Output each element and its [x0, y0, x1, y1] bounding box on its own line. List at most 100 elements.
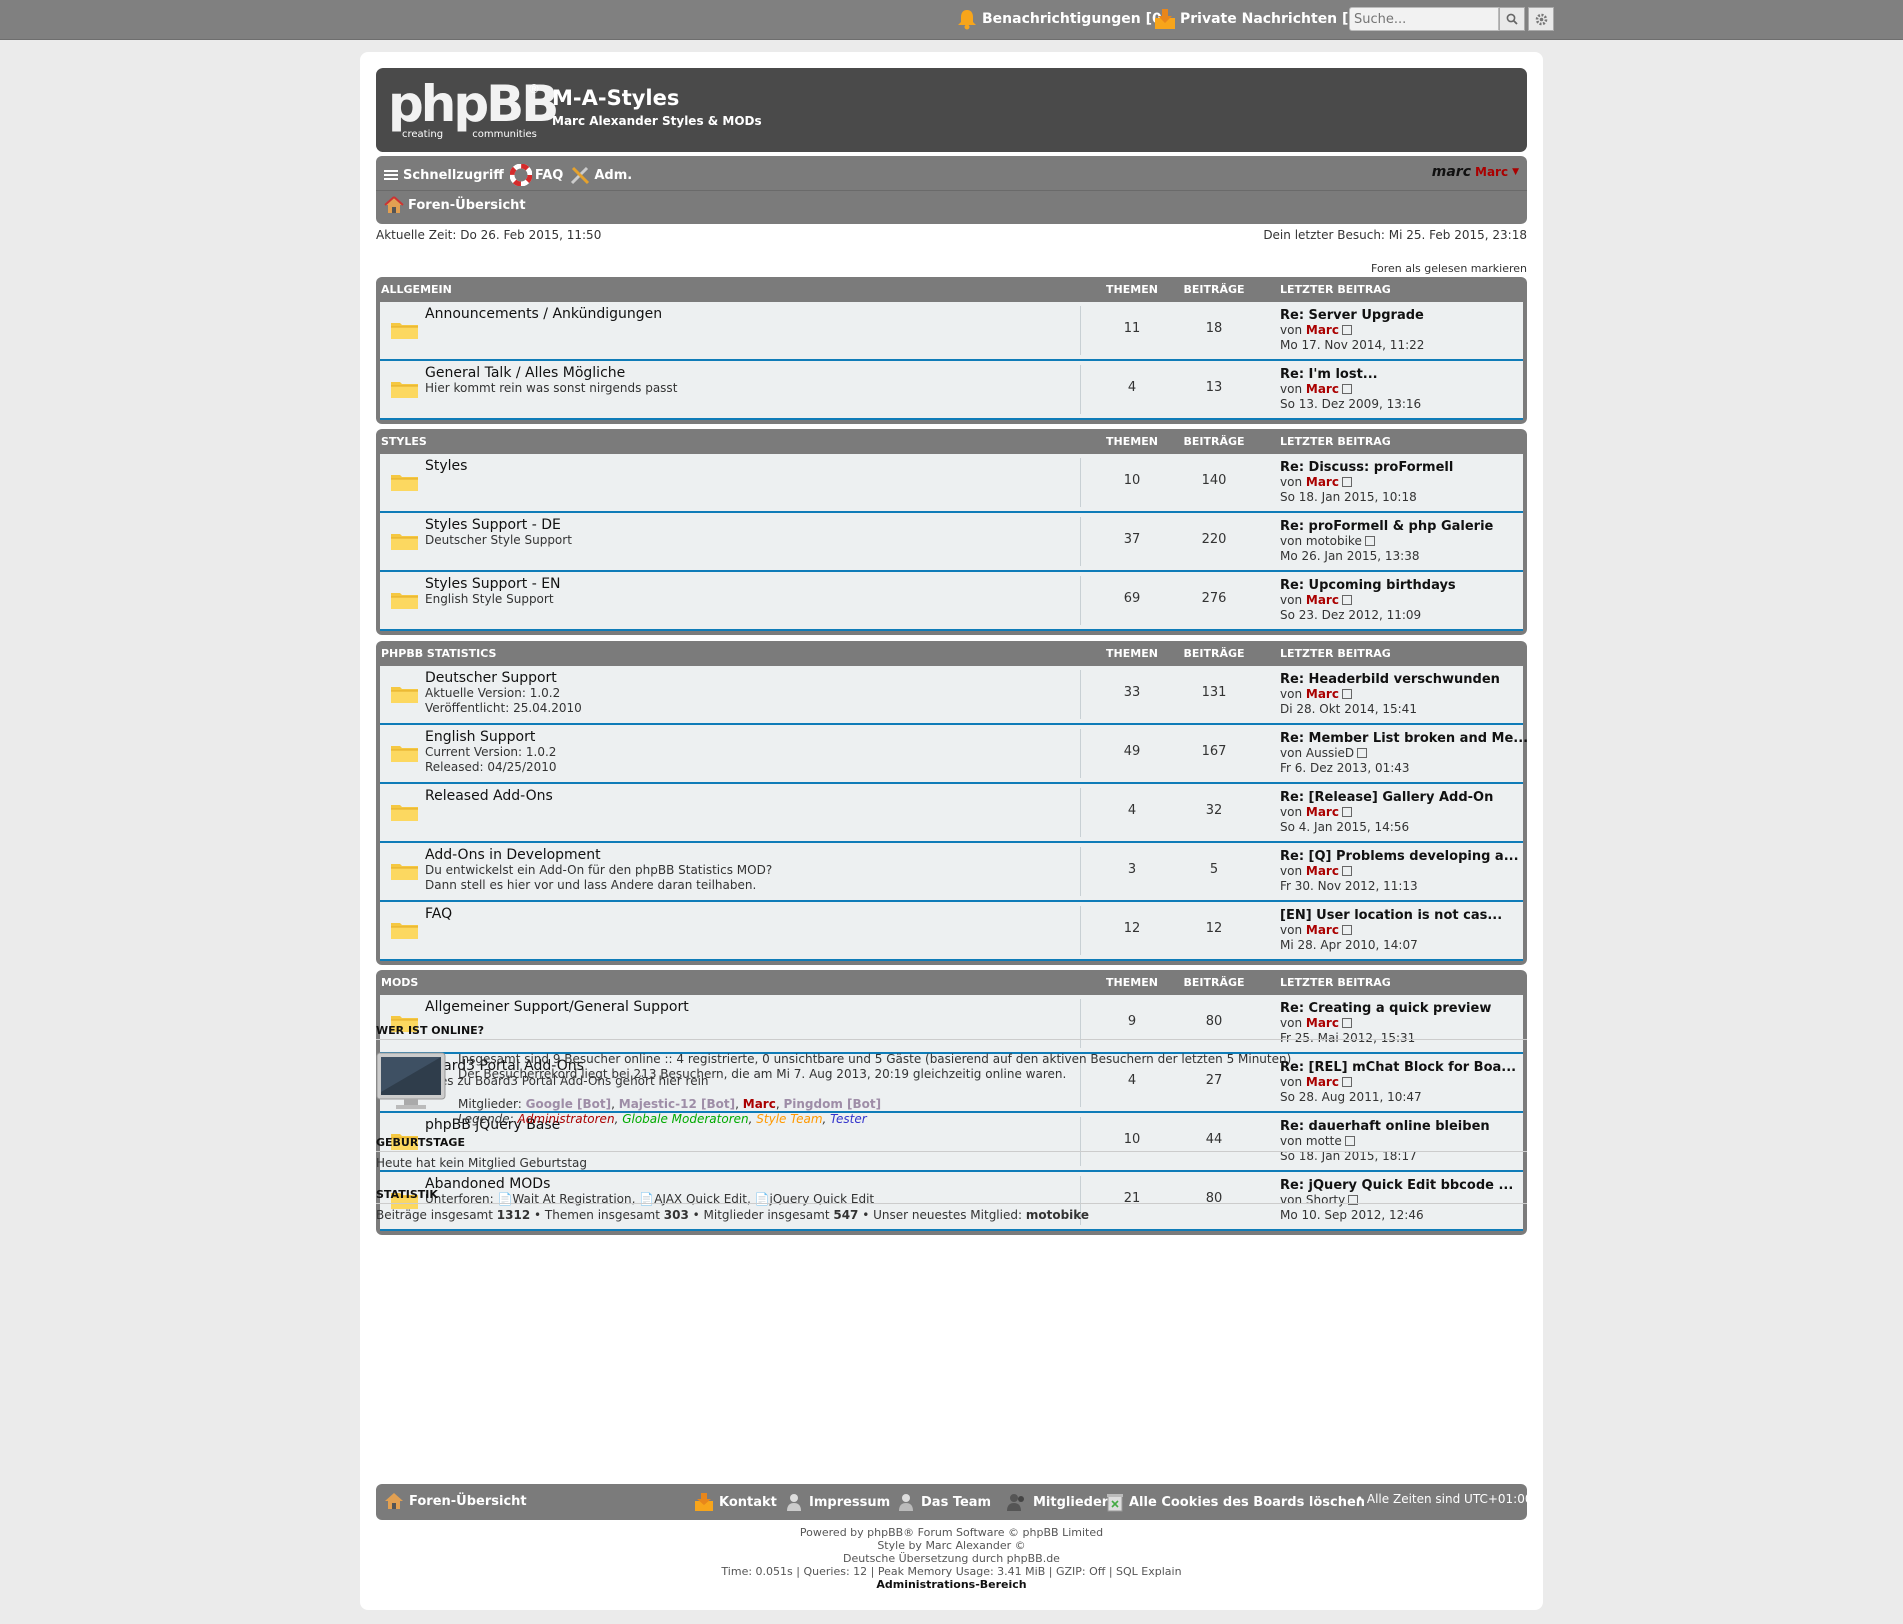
view-latest-post-icon[interactable]	[1341, 384, 1352, 394]
legend-group-link[interactable]: Administratoren	[518, 1112, 615, 1126]
faq-link[interactable]: FAQ	[509, 164, 563, 186]
private-messages-link[interactable]: Private Nachrichten [0]	[1154, 8, 1365, 30]
user-menu[interactable]: marc Marc ▼	[1432, 164, 1519, 180]
site-title[interactable]: M-A-Styles	[552, 86, 679, 110]
view-latest-post-icon[interactable]	[1341, 1077, 1352, 1087]
last-post-author-link[interactable]: Marc	[1306, 1075, 1339, 1089]
acp-link[interactable]: Adm.	[569, 164, 632, 186]
last-post-author-link[interactable]: Marc	[1306, 475, 1339, 489]
folder-icon	[391, 864, 418, 880]
search-button[interactable]	[1499, 7, 1525, 31]
notifications-label: Benachrichtigungen [0]	[982, 11, 1169, 27]
last-post-title-link[interactable]: Re: Member List broken and Me...	[1280, 731, 1528, 746]
last-post-title-link[interactable]: Re: [Q] Problems developing a...	[1280, 849, 1519, 864]
quick-access-menu[interactable]: Schnellzugriff	[384, 168, 504, 183]
last-post-by: von	[1280, 805, 1303, 819]
view-latest-post-icon[interactable]	[1364, 536, 1375, 546]
birthdays-text: Heute hat kein Mitglied Geburtstag	[376, 1156, 588, 1170]
column-posts: BEITRÄGE	[1183, 435, 1245, 448]
view-latest-post-icon[interactable]	[1341, 689, 1352, 699]
last-post-title-link[interactable]: Re: Upcoming birthdays	[1280, 578, 1456, 593]
forum-title-link[interactable]: Add-Ons in Development	[425, 847, 601, 863]
acp-link-footer[interactable]: Administrations-Bereich	[360, 1578, 1543, 1591]
forum-posts-count: 131	[1201, 685, 1227, 700]
last-post-title-link[interactable]: Re: Headerbild verschwunden	[1280, 672, 1500, 687]
view-latest-post-icon[interactable]	[1357, 748, 1368, 758]
forum-title-link[interactable]: Styles Support - EN	[425, 576, 561, 592]
online-member-link[interactable]: Majestic-12 [Bot]	[619, 1097, 735, 1111]
legend-group-link[interactable]: Tester	[830, 1112, 867, 1126]
last-post-title-link[interactable]: [EN] User location is not cas...	[1280, 908, 1502, 923]
last-post-author-link[interactable]: Marc	[1306, 805, 1339, 819]
forum-title-link[interactable]: Released Add-Ons	[425, 788, 553, 804]
last-post-title-link[interactable]: Re: Server Upgrade	[1280, 308, 1424, 323]
who-is-online-title[interactable]: WER IST ONLINE?	[376, 1024, 1527, 1040]
column-divider	[1080, 847, 1081, 896]
view-latest-post-icon[interactable]	[1341, 807, 1352, 817]
footer-members-link[interactable]: Mitglieder	[1006, 1492, 1108, 1512]
last-post-title-link[interactable]: Re: Discuss: proFormell	[1280, 460, 1453, 475]
category-name[interactable]: PHPBB STATISTICS	[381, 647, 496, 660]
contact-icon	[695, 1493, 713, 1511]
last-post-author-link[interactable]: Marc	[1306, 687, 1339, 701]
forum-row: Released Add-Ons 4 32 Re: [Release] Gallery…	[380, 784, 1523, 843]
last-post-title-link[interactable]: Re: [REL] mChat Block for Boa...	[1280, 1060, 1516, 1075]
last-post-title-link[interactable]: Re: dauerhaft online bleiben	[1280, 1119, 1490, 1134]
forum-title-link[interactable]: FAQ	[425, 906, 452, 922]
last-post-author-link[interactable]: AussieD	[1306, 746, 1354, 760]
mark-forums-read-link[interactable]: Foren als gelesen markieren	[1371, 262, 1527, 275]
advanced-search-button[interactable]	[1528, 7, 1554, 31]
last-post-author-link[interactable]: Marc	[1306, 864, 1339, 878]
last-post-title-link[interactable]: Re: proFormell & php Galerie	[1280, 519, 1493, 534]
column-divider	[1080, 906, 1081, 955]
stat-newest-member[interactable]: motobike	[1026, 1208, 1089, 1222]
view-latest-post-icon[interactable]	[1341, 477, 1352, 487]
category-name[interactable]: MODS	[381, 976, 418, 989]
last-post-title-link[interactable]: Re: I'm lost...	[1280, 367, 1421, 382]
breadcrumb-home[interactable]: Foren-Übersicht	[384, 196, 526, 214]
view-latest-post-icon[interactable]	[1341, 866, 1352, 876]
forum-title-link[interactable]: Announcements / Ankündigungen	[425, 306, 662, 322]
online-member-link[interactable]: Google [Bot]	[526, 1097, 611, 1111]
last-post: Re: [REL] mChat Block for Boa... von Marc…	[1280, 1060, 1516, 1105]
last-post-author-link[interactable]: motobike	[1306, 534, 1362, 548]
legend-group-link[interactable]: Globale Moderatoren	[622, 1112, 748, 1126]
footer-delete-cookies-link[interactable]: Alle Cookies des Boards löschen	[1106, 1492, 1365, 1512]
footer-team-link[interactable]: Das Team	[896, 1492, 991, 1512]
last-post-author-link[interactable]: Marc	[1306, 323, 1339, 337]
last-post-title-link[interactable]: Re: [Release] Gallery Add-On	[1280, 790, 1493, 805]
online-member-link[interactable]: Pingdom [Bot]	[783, 1097, 881, 1111]
last-post-author-link[interactable]: Marc	[1306, 382, 1339, 396]
view-latest-post-icon[interactable]	[1341, 925, 1352, 935]
search-input[interactable]	[1349, 7, 1499, 31]
legend-group-link[interactable]: Style Team	[756, 1112, 822, 1126]
forum-title-link[interactable]: Styles Support - DE	[425, 517, 561, 533]
forum-title-link[interactable]: Styles	[425, 458, 467, 474]
folder-icon	[391, 923, 418, 939]
forum-description: Aktuelle Version: 1.0.2	[425, 686, 561, 700]
footer-contact-link[interactable]: Kontakt	[694, 1492, 777, 1512]
category-name[interactable]: STYLES	[381, 435, 427, 448]
forum-title-link[interactable]: Deutscher Support	[425, 670, 557, 686]
last-post: [EN] User location is not cas... von Marc…	[1280, 908, 1502, 953]
view-latest-post-icon[interactable]	[1341, 595, 1352, 605]
category-name[interactable]: ALLGEMEIN	[381, 283, 452, 296]
last-post-title-link[interactable]: Re: Creating a quick preview	[1280, 1001, 1491, 1016]
forum-title-link[interactable]: Allgemeiner Support/General Support	[425, 999, 689, 1015]
notifications-link[interactable]: Benachrichtigungen [0]	[956, 8, 1168, 30]
forum-description: Hier kommt rein was sonst nirgends passt	[425, 381, 678, 395]
last-post-date: So 28. Aug 2011, 10:47	[1280, 1090, 1422, 1104]
last-post-author-link[interactable]: Marc	[1306, 593, 1339, 607]
column-posts: BEITRÄGE	[1183, 647, 1245, 660]
footer-impressum-link[interactable]: Impressum	[784, 1492, 890, 1512]
online-member-link[interactable]: Marc	[743, 1097, 776, 1111]
forum-title-link[interactable]: English Support	[425, 729, 535, 745]
last-post: Re: Server Upgrade von Marc Mo 17. Nov 201…	[1280, 308, 1424, 353]
phpbb-logo[interactable]: phpBB ® creating communities	[388, 78, 559, 140]
forum-title-link[interactable]: General Talk / Alles Mögliche	[425, 365, 625, 381]
footer-index-link[interactable]: Foren-Übersicht	[384, 1492, 527, 1510]
bell-icon	[958, 10, 976, 30]
last-post-author-link[interactable]: Marc	[1306, 923, 1339, 937]
view-latest-post-icon[interactable]	[1341, 325, 1352, 335]
trash-icon	[1107, 1494, 1123, 1512]
